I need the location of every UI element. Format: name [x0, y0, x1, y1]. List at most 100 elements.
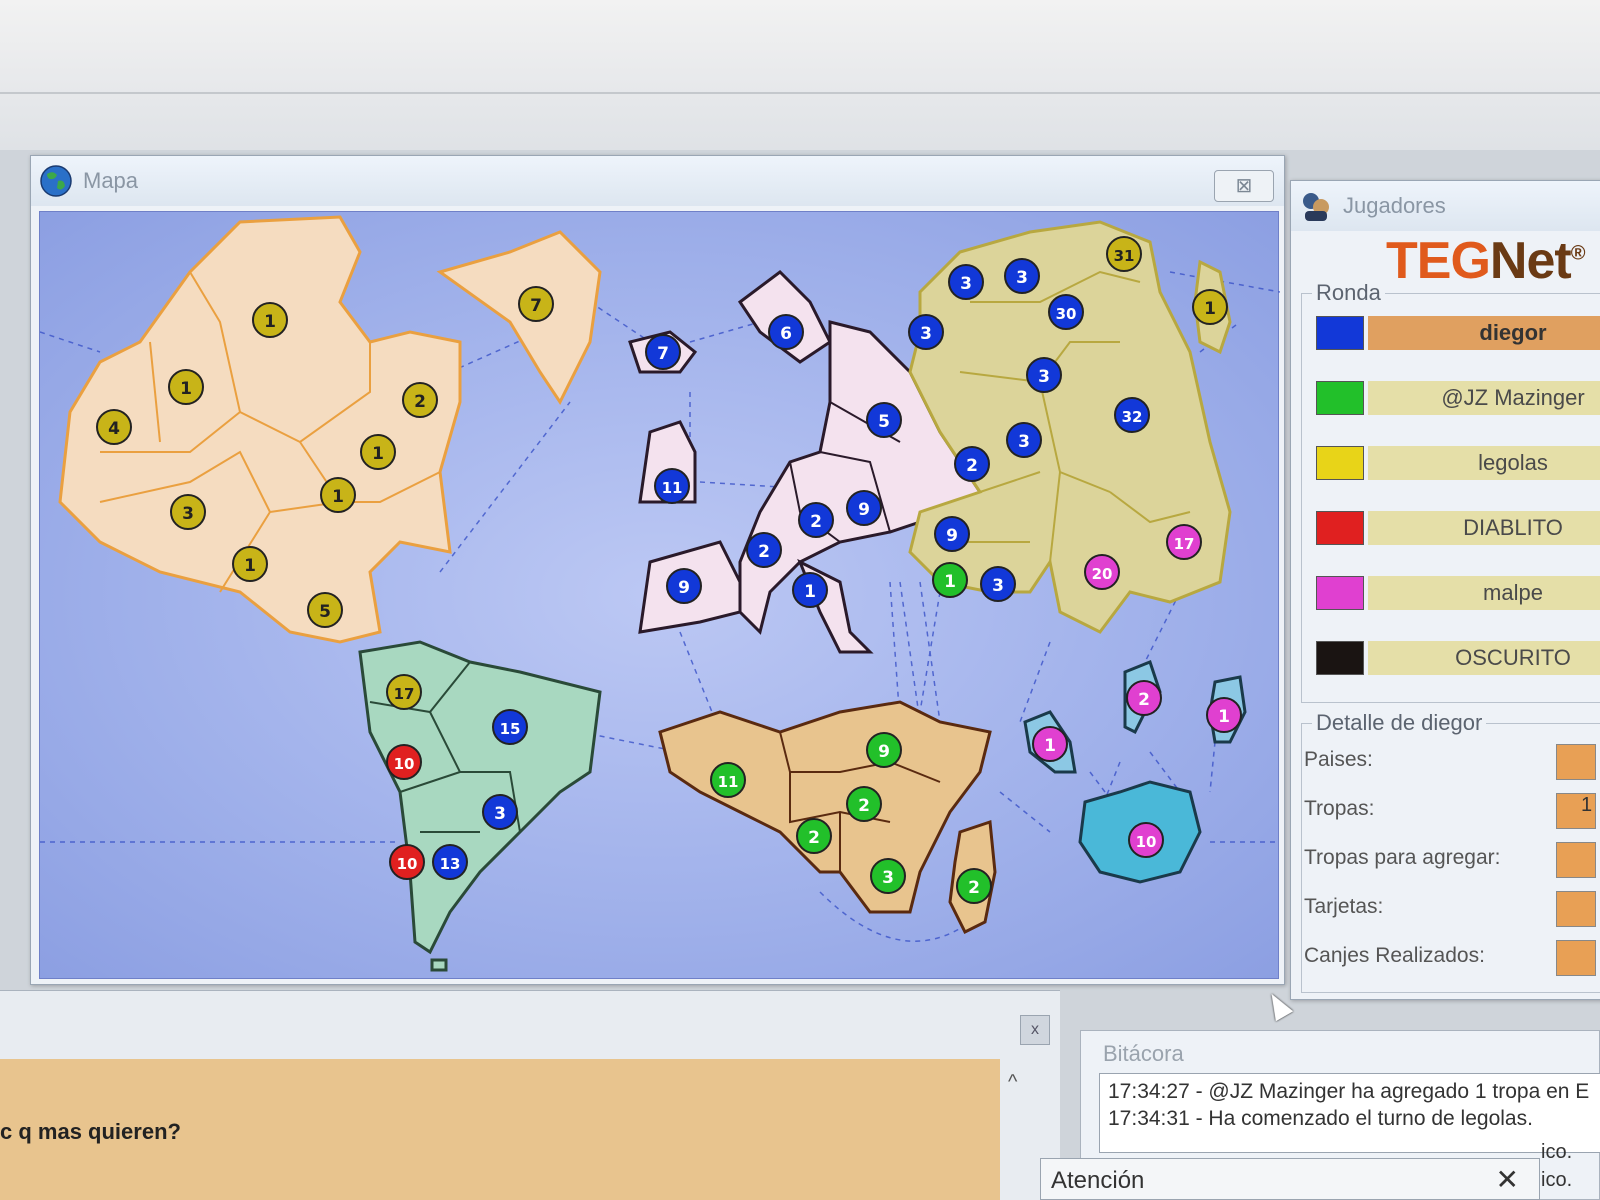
army-marker[interactable]: 31 [1106, 236, 1142, 272]
army-troop-count: 10 [397, 855, 418, 873]
army-troop-count: 5 [319, 602, 331, 622]
chat-window: x c q mas quieren? ^ [0, 990, 1060, 1200]
army-troop-count: 9 [678, 578, 690, 598]
army-marker[interactable]: 1 [1032, 726, 1068, 762]
army-marker[interactable]: 3 [948, 264, 984, 300]
army-marker[interactable]: 2 [746, 532, 782, 568]
continent-africa[interactable] [658, 700, 997, 935]
chat-messages-panel[interactable]: c q mas quieren? [0, 1059, 1000, 1200]
army-marker[interactable]: 3 [980, 566, 1016, 602]
army-marker[interactable]: 1 [252, 302, 288, 338]
player-row[interactable]: diegor [1316, 316, 1600, 352]
chat-close-button[interactable]: x [1020, 1015, 1050, 1045]
army-troop-count: 3 [960, 274, 972, 294]
map-window-title: Mapa [83, 168, 139, 193]
army-marker[interactable]: 1 [320, 477, 356, 513]
map-window-close-button[interactable]: ⊠ [1214, 170, 1274, 202]
army-marker[interactable]: 1 [360, 434, 396, 470]
army-marker[interactable]: 9 [866, 732, 902, 768]
army-marker[interactable]: 11 [710, 762, 746, 798]
army-marker[interactable]: 1 [792, 572, 828, 608]
army-marker[interactable]: 17 [1166, 524, 1202, 560]
log-entry: 17:34:27 - @JZ Mazinger ha agregado 1 tr… [1108, 1080, 1590, 1103]
player-row[interactable]: malpe [1316, 576, 1600, 612]
round-group: Ronda diegor @JZ Mazinger legolas DIABLITO m… [1301, 280, 1600, 703]
army-marker[interactable]: 5 [307, 592, 343, 628]
world-map-svg[interactable]: 1142113157761152929 13 3313303323291 320171… [39, 212, 1281, 980]
army-marker[interactable]: 3 [1004, 258, 1040, 294]
army-troop-count: 3 [882, 868, 894, 888]
army-marker[interactable]: 10 [389, 844, 425, 880]
army-marker[interactable]: 3 [870, 858, 906, 894]
army-marker[interactable]: 2 [954, 446, 990, 482]
player-detail-label: Detalle de diegor [1312, 710, 1487, 736]
world-map[interactable]: 1 1 4 2 1 1 3 1 5 7 7 6 11 5 2 9 2 9 1 3 3 31 3 30 3 32 3 2 9 1 3 20 17 1… [39, 211, 1281, 980]
army-marker[interactable]: 3 [1026, 357, 1062, 393]
army-marker[interactable]: 13 [432, 844, 468, 880]
players-window-titlebar[interactable]: Jugadores [1291, 181, 1600, 231]
logo-registered-mark: ® [1570, 242, 1586, 265]
map-window: Mapa ⊠ 1 1 4 2 1 1 3 1 5 7 7 6 11 5 2 9 … [30, 155, 1285, 985]
army-marker[interactable]: 2 [796, 818, 832, 854]
army-troop-count: 1 [804, 582, 816, 602]
player-row[interactable]: @JZ Mazinger [1316, 381, 1600, 417]
mouse-cursor-icon [1262, 988, 1294, 1022]
map-window-titlebar[interactable]: Mapa [31, 156, 1284, 206]
army-marker[interactable]: 1 [932, 562, 968, 598]
army-troop-count: 1 [244, 556, 256, 576]
army-marker[interactable]: 7 [518, 286, 554, 322]
log-title: Bitácora [1103, 1041, 1184, 1066]
army-marker[interactable]: 6 [768, 314, 804, 350]
army-marker[interactable]: 3 [170, 494, 206, 530]
globe-icon [40, 165, 72, 197]
player-color-swatch [1316, 381, 1364, 415]
army-marker[interactable]: 11 [654, 468, 690, 504]
army-marker[interactable]: 17 [386, 674, 422, 710]
alert-dialog: Atención ✕ [1040, 1158, 1540, 1200]
army-marker[interactable]: 3 [908, 314, 944, 350]
army-troop-count: 10 [394, 755, 415, 773]
army-marker[interactable]: 2 [402, 382, 438, 418]
army-troop-count: 5 [878, 412, 890, 432]
players-window-title: Jugadores [1343, 193, 1446, 218]
player-row[interactable]: DIABLITO [1316, 511, 1600, 547]
army-marker[interactable]: 10 [1128, 822, 1164, 858]
log-entries[interactable]: 17:34:27 - @JZ Mazinger ha agregado 1 tr… [1099, 1073, 1600, 1153]
alert-close-button[interactable]: ✕ [1496, 1163, 1519, 1196]
army-marker[interactable]: 3 [1006, 422, 1042, 458]
army-marker[interactable]: 2 [956, 868, 992, 904]
army-marker[interactable]: 2 [798, 502, 834, 538]
army-marker[interactable]: 7 [645, 334, 681, 370]
player-row[interactable]: OSCURITO [1316, 641, 1600, 677]
army-marker[interactable]: 1 [232, 546, 268, 582]
army-marker[interactable]: 9 [846, 490, 882, 526]
army-marker[interactable]: 3 [482, 794, 518, 830]
army-marker[interactable]: 20 [1084, 554, 1120, 590]
army-marker[interactable]: 1 [1206, 697, 1242, 733]
army-marker[interactable]: 4 [96, 409, 132, 445]
alert-title: Atención [1051, 1167, 1145, 1194]
army-marker[interactable]: 10 [386, 744, 422, 780]
player-name: @JZ Mazinger [1368, 381, 1600, 415]
army-marker[interactable]: 32 [1114, 397, 1150, 433]
chat-scroll-up-icon[interactable]: ^ [1008, 1071, 1017, 1094]
army-troop-count: 7 [657, 344, 669, 364]
player-detail-group: Detalle de diegor Paises: Tropas: 1 Tropas … [1301, 710, 1600, 993]
continent-north-america[interactable] [58, 215, 602, 644]
army-marker[interactable]: 9 [666, 568, 702, 604]
army-marker[interactable]: 30 [1048, 294, 1084, 330]
army-marker[interactable]: 1 [168, 369, 204, 405]
army-marker[interactable]: 5 [866, 402, 902, 438]
detail-field-label: Canjes Realizados: [1304, 944, 1485, 967]
army-troop-count: 3 [1016, 268, 1028, 288]
log-trailing-text: ico. [1541, 1169, 1573, 1191]
army-troop-count: 9 [946, 526, 958, 546]
army-marker[interactable]: 9 [934, 516, 970, 552]
army-marker[interactable]: 2 [1126, 680, 1162, 716]
player-row[interactable]: legolas [1316, 446, 1600, 482]
army-marker[interactable]: 15 [492, 709, 528, 745]
army-marker[interactable]: 2 [846, 786, 882, 822]
army-marker[interactable]: 1 [1192, 289, 1228, 325]
detail-field-value [1556, 842, 1596, 878]
army-troop-count: 30 [1056, 305, 1077, 323]
